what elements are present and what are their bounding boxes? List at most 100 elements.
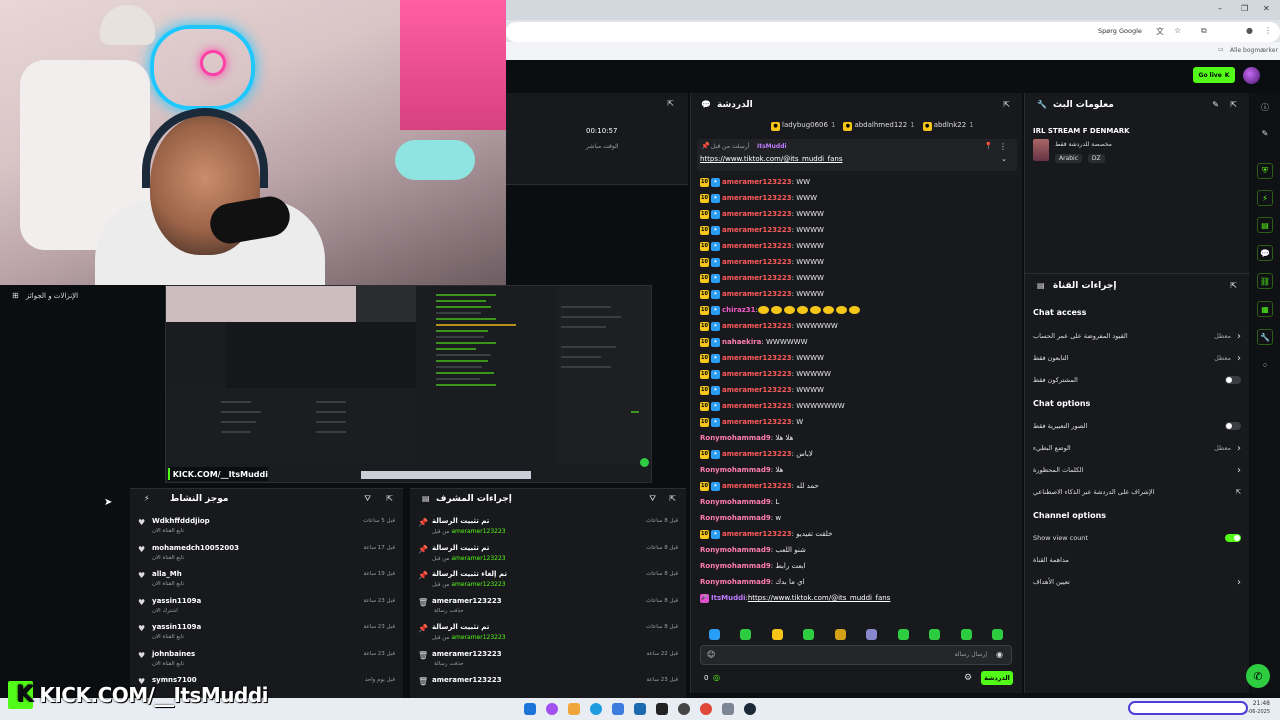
activity-item[interactable]: ♥ johnbaines تابع القناة الان قبل 23 ساعة [138, 648, 395, 674]
chat-username[interactable]: ameramer123223 [722, 482, 792, 490]
setting-row[interactable]: التابعون فقط معطل › [1033, 351, 1241, 365]
mod-action-item[interactable]: 🗑 ameramer123223 حذفت رسالة قبل 22 ساعة [418, 648, 678, 674]
chat-message[interactable]: 10 ✦ nahaekira: WWWWWW [700, 336, 808, 348]
copilot-icon[interactable] [546, 703, 558, 715]
chat-message[interactable]: Ronymohammad9: هلا [700, 464, 783, 476]
setting-row[interactable]: الوضع البطيء معطل › [1033, 441, 1241, 455]
chat-username[interactable]: ameramer123223 [722, 194, 792, 202]
popout-icon[interactable]: ⇱ [386, 494, 393, 503]
chat-message[interactable]: 10 ✦ ameramer123223: WWWW [700, 240, 824, 252]
settings-icon[interactable] [722, 703, 734, 715]
mod-action-target[interactable]: حذفت رسالة [434, 661, 464, 667]
emote-icon[interactable] [803, 628, 815, 640]
chat-message[interactable]: 10 ✦ ameramer123223: WWWW [700, 384, 824, 396]
popout-icon[interactable]: ⇱ [1230, 281, 1237, 290]
minimize-button[interactable]: – [1218, 4, 1222, 13]
setting-row[interactable]: الكلمات المحظورة › [1033, 463, 1241, 477]
emote-icon[interactable] [991, 628, 1003, 640]
external-link-icon[interactable]: ⇱ [1236, 488, 1241, 496]
filter-icon[interactable]: ⛛ [364, 494, 371, 504]
chat-username[interactable]: Ronymohammad9 [700, 578, 771, 586]
setting-control[interactable]: معطل › [1214, 443, 1241, 454]
popout-icon[interactable]: ⇱ [1230, 100, 1237, 109]
setting-row[interactable]: القيود المفروضة على عمر الحساب معطل › [1033, 329, 1241, 343]
chat-username[interactable]: ameramer123223 [722, 402, 792, 410]
edit-icon[interactable]: ✎ [1212, 100, 1219, 109]
chat-username[interactable]: ameramer123223 [722, 258, 792, 266]
chat-message[interactable]: Ronymohammad9: L [700, 496, 779, 508]
chat-message[interactable]: 10 ✦ ameramer123223: WWWW [700, 272, 824, 284]
chat-username[interactable]: ameramer123223 [722, 226, 792, 234]
obs-icon[interactable] [678, 703, 690, 715]
mod-action-item[interactable]: 📌 تم تثبيت الرسالة من قبل ameramer123223 قبل… [418, 542, 678, 568]
setting-control[interactable]: ⇱ [1236, 488, 1241, 496]
chat-message[interactable]: Ronymohammad9: شنو اللعب [700, 544, 806, 556]
chat-username[interactable]: Ronymohammad9 [700, 562, 771, 570]
emote-icon[interactable] [834, 628, 846, 640]
chevron-right-icon[interactable]: › [1237, 443, 1241, 454]
steam-icon[interactable] [744, 703, 756, 715]
setting-control[interactable]: › [1237, 577, 1241, 588]
support-chat-button[interactable]: ✆ [1246, 664, 1270, 688]
chat-username[interactable]: Ronymohammad9 [700, 466, 771, 474]
drops-rewards-label[interactable]: ⊞ الإنزالات و الجوائز [0, 288, 160, 302]
chat-username[interactable]: ameramer123223 [722, 530, 792, 538]
chat-link[interactable]: https://www.tiktok.com/@its_muddi_fans [748, 594, 890, 602]
extensions-icon[interactable]: ⧉ [1201, 26, 1207, 36]
chat-message[interactable]: 10 ✦ ameramer123223: WWWWWW [700, 320, 838, 332]
chat-username[interactable]: ameramer123223 [722, 178, 792, 186]
popout-icon[interactable]: ⇱ [669, 494, 676, 503]
tag-dz[interactable]: DZ [1087, 154, 1105, 163]
setting-row[interactable]: مداهمة القناة [1033, 553, 1241, 567]
chat-message[interactable]: 10 ✦ ameramer123223: WWWW [700, 288, 824, 300]
profile-icon[interactable]: ● [1246, 26, 1253, 35]
setting-row[interactable]: الإشراف على الدردشة عبر الذكاء الاصطناعي… [1033, 485, 1241, 499]
top-gifter[interactable]: ● abdalhmed122 1 [843, 121, 915, 133]
activity-username[interactable]: alla_Mh [152, 570, 182, 578]
chat-username[interactable]: ameramer123223 [722, 290, 792, 298]
chat-message[interactable]: 10 ✦ ameramer123223: حمد لله [700, 480, 819, 492]
chat-username[interactable]: ameramer123223 [722, 370, 792, 378]
mod-shield-icon[interactable]: ⛨ [1257, 163, 1273, 179]
setting-row[interactable]: المشتركون فقط [1033, 373, 1241, 387]
mod-action-item[interactable]: 🗑 ameramer123223 حذفت رسالة قبل 8 ساعات [418, 595, 678, 621]
google-search-label[interactable]: Spørg Google [1098, 27, 1142, 35]
activity-item[interactable]: ♥ Wdkhffdddjiop تابع القناة الان قبل 5 ساعا… [138, 515, 395, 541]
chat-message[interactable]: 10 ✦ ameramer123223: WW [700, 176, 810, 188]
emote-icon[interactable] [709, 628, 720, 640]
chat-message[interactable]: 10 ✦ ameramer123223: WWWWW [700, 368, 831, 380]
chat-message[interactable]: 10 ✦ ameramer123223: خلقت تفيديو [700, 528, 832, 540]
chat-bubble-icon[interactable]: 💬 [1257, 245, 1273, 261]
chat-message[interactable]: 10 ✦ ameramer123223: W [700, 416, 803, 428]
chat-username[interactable]: ameramer123223 [722, 274, 792, 282]
star-icon[interactable]: ☆ [1174, 26, 1181, 35]
mod-action-target[interactable]: ameramer123223 [451, 555, 505, 562]
chevron-right-icon[interactable]: › [1237, 353, 1241, 364]
mod-action-item[interactable]: 🗑 ameramer123223 قبل 23 ساعة [418, 674, 678, 700]
toggle-switch[interactable] [1225, 376, 1241, 384]
chat-username[interactable]: ameramer123223 [722, 242, 792, 250]
edit-icon[interactable]: ✎ [1257, 125, 1273, 141]
chat-message[interactable]: 10 ✦ ameramer123223: WWWWWWW [700, 400, 845, 412]
store-icon[interactable] [612, 703, 624, 715]
layout-icon[interactable]: ▦ [1257, 301, 1273, 317]
emoji-icon[interactable]: ☺ [707, 650, 715, 659]
clipboard-icon[interactable]: ▤ [1257, 217, 1273, 233]
translate-icon[interactable]: 文 [1156, 26, 1164, 37]
user-avatar[interactable] [1243, 67, 1260, 84]
toggle-switch[interactable] [1225, 534, 1241, 542]
chevron-down-icon[interactable]: ⌄ [1001, 155, 1007, 163]
mod-action-target[interactable]: ameramer123223 [451, 581, 505, 588]
maximize-button[interactable]: ❐ [1241, 4, 1248, 13]
activity-username[interactable]: yassin1109a [152, 623, 201, 631]
popout-icon[interactable]: ⇱ [1003, 100, 1010, 109]
emote-icon[interactable] [929, 628, 941, 640]
chat-message[interactable]: Ronymohammad9: اي ما بدك [700, 576, 805, 588]
category-thumbnail[interactable] [1033, 139, 1049, 161]
pinned-link[interactable]: https://www.tiktok.com/@its_muddi_fans [700, 155, 842, 163]
setting-row[interactable]: Show view count [1033, 531, 1241, 545]
gear-icon[interactable]: ⚙ [964, 673, 972, 683]
top-gifter[interactable]: ● ladybug0606 1 [771, 121, 835, 133]
mod-action-item[interactable]: 📌 تم تثبيت الرسالة من قبل ameramer123223 قبل… [418, 515, 678, 541]
chat-username[interactable]: ItsMuddi [711, 594, 746, 602]
